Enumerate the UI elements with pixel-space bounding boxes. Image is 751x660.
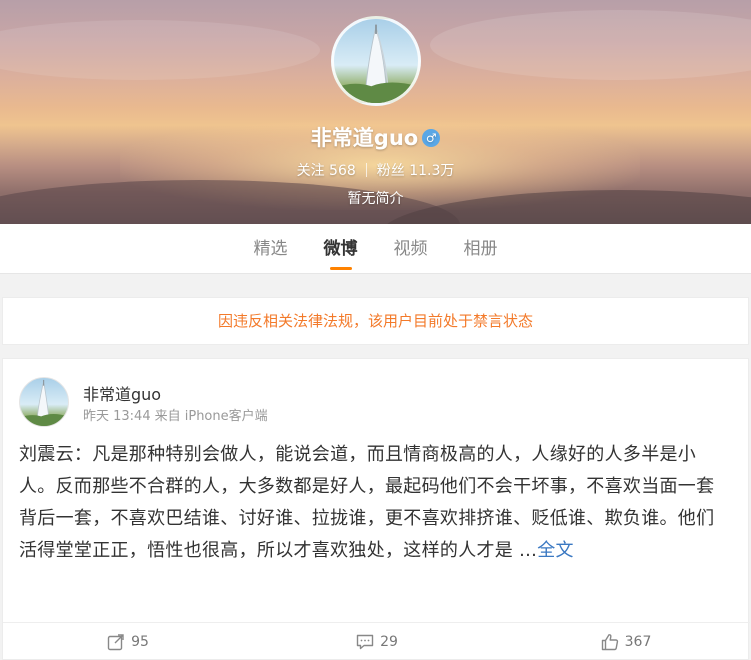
cover-cloud — [430, 10, 751, 80]
following-label: 关注 — [296, 163, 325, 179]
profile-stats: 关注 568 粉丝 11.3万 — [0, 160, 751, 180]
post-meta: 昨天 13:44 来自 iPhone客户端 — [83, 405, 268, 424]
profile-tabs: 精选 微博 视频 相册 — [0, 224, 751, 274]
comment-count: 29 — [380, 633, 398, 650]
cover-cloud — [0, 20, 320, 80]
stats-divider — [365, 163, 367, 177]
post-source: 来自 iPhone客户端 — [154, 409, 268, 424]
like-button[interactable]: 367 — [501, 623, 750, 660]
comment-button[interactable]: 29 — [252, 623, 501, 660]
repost-count: 95 — [131, 633, 149, 650]
post-body: 刘震云：凡是那种特别会做人，能说会道，而且情商极高的人，人缘好的人多半是小人。反… — [19, 439, 731, 567]
post-avatar[interactable] — [19, 377, 69, 427]
repost-button[interactable]: 95 — [3, 623, 252, 660]
tab-video[interactable]: 视频 — [376, 224, 446, 273]
followers-stat[interactable]: 粉丝 11.3万 — [377, 163, 455, 179]
post-text: 刘震云：凡是那种特别会做人，能说会道，而且情商极高的人，人缘好的人多半是小人。反… — [19, 444, 715, 561]
post-username[interactable]: 非常道guo — [83, 381, 161, 405]
read-full-text-link[interactable]: 全文 — [537, 540, 574, 561]
followers-label: 粉丝 — [376, 163, 405, 179]
comment-icon — [356, 634, 374, 649]
post-time: 昨天 13:44 — [83, 409, 151, 424]
post-card: 非常道guo 昨天 13:44 来自 iPhone客户端 刘震云：凡是那种特别会做… — [2, 358, 750, 660]
profile-bio: 暂无简介 — [347, 191, 404, 207]
tab-album[interactable]: 相册 — [446, 224, 516, 273]
repost-icon — [107, 633, 124, 650]
profile-username[interactable]: 非常道guo — [311, 126, 418, 150]
profile-avatar[interactable] — [331, 16, 421, 106]
thumbs-up-icon — [601, 633, 618, 650]
following-stat[interactable]: 关注 568 — [297, 163, 356, 179]
male-icon: ♂ — [422, 129, 441, 147]
avatar-tower-image — [334, 24, 418, 103]
followers-count: 11.3万 — [409, 163, 455, 179]
following-count: 568 — [329, 163, 356, 179]
post-actions: 95 29 367 — [3, 622, 750, 660]
tab-featured[interactable]: 精选 — [236, 224, 306, 273]
ban-notice: 因违反相关法律法规，该用户目前处于禁言状态 — [2, 297, 749, 345]
tab-weibo[interactable]: 微博 — [306, 224, 376, 273]
profile-header: 非常道guo ♂ — [0, 122, 751, 152]
like-count: 367 — [624, 633, 652, 650]
avatar-tower-image — [20, 379, 68, 426]
